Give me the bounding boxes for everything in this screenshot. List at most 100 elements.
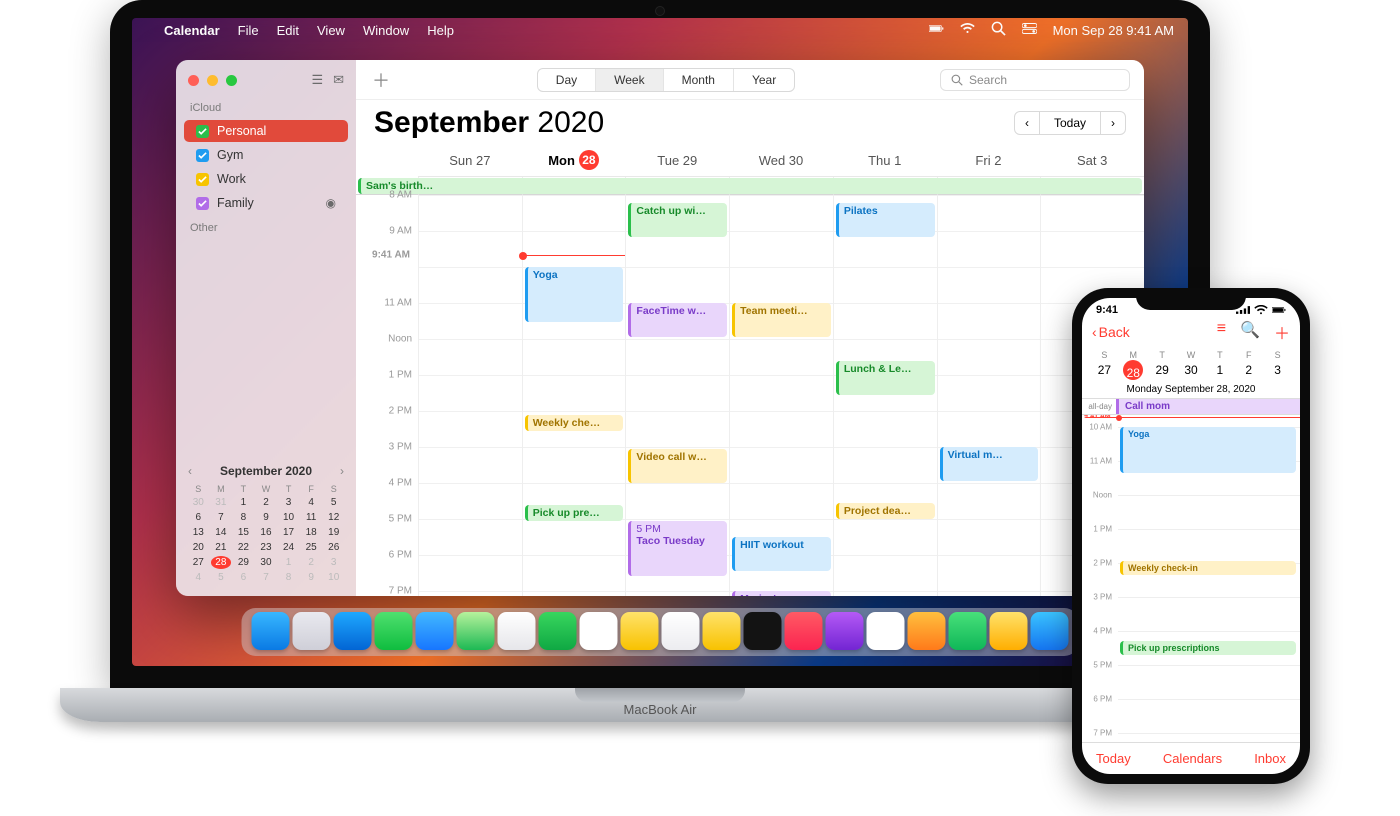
dock-app-mail[interactable] (416, 612, 454, 650)
dock-app-podcasts[interactable] (826, 612, 864, 650)
window-close-button[interactable] (188, 75, 199, 86)
calendar-event[interactable]: FaceTime w… (628, 303, 727, 337)
window-zoom-button[interactable] (226, 75, 237, 86)
calendar-event[interactable]: Team meeti… (732, 303, 831, 337)
calendar-event[interactable]: Pick up pre… (525, 505, 624, 521)
sidebar-calendar-work[interactable]: Work (184, 168, 348, 190)
day-header[interactable]: Tue 29 (625, 144, 729, 177)
iphone-day-view[interactable]: 10 AM11 AMNoon1 PM2 PM3 PM4 PM5 PM6 PM7 … (1082, 415, 1300, 742)
iphone-allday-event[interactable]: Call mom (1116, 399, 1300, 414)
calendar-event[interactable]: Project dea… (836, 503, 935, 519)
sidebar-calendar-family[interactable]: Family◉ (184, 192, 348, 214)
iphone-day[interactable]: 3 (1263, 360, 1292, 380)
day-column[interactable]: Catch up wi… FaceTime w… Video call w… 5 PM… (625, 195, 729, 596)
calendar-event[interactable]: Lunch & Le… (836, 361, 935, 395)
menubar-item-edit[interactable]: Edit (277, 23, 299, 38)
mini-prev-month[interactable]: ‹ (188, 464, 192, 478)
dock-app-music[interactable] (785, 612, 823, 650)
allday-cell[interactable]: Sam's birth… (937, 177, 1041, 195)
dock-app-numbers[interactable] (949, 612, 987, 650)
iphone-calendars-button[interactable]: Calendars (1163, 751, 1222, 766)
day-column[interactable]: Team meeti… HIIT workout Marisa's gu… (729, 195, 833, 596)
iphone-add-icon[interactable]: ＋ (1274, 320, 1290, 344)
today-button[interactable]: Today (1040, 111, 1100, 135)
iphone-inbox-button[interactable]: Inbox (1254, 751, 1286, 766)
day-header[interactable]: Fri 2 (937, 144, 1041, 177)
add-event-button[interactable]: ＋ (370, 67, 392, 93)
calendar-event[interactable]: Video call w… (628, 449, 727, 483)
iphone-list-icon[interactable]: ≡ (1217, 320, 1226, 344)
iphone-back-button[interactable]: ‹ Back (1092, 324, 1130, 340)
dock-app-launchpad[interactable] (293, 612, 331, 650)
dock-app-facetime[interactable] (539, 612, 577, 650)
dock-app-contacts[interactable] (621, 612, 659, 650)
dock-app-safari[interactable] (334, 612, 372, 650)
day-header[interactable]: Wed 30 (729, 144, 833, 177)
spotlight-icon[interactable] (991, 21, 1006, 39)
day-header[interactable]: Mon 28 (522, 144, 626, 177)
mini-next-month[interactable]: › (340, 464, 344, 478)
iphone-search-icon[interactable]: 🔍 (1240, 320, 1260, 344)
iphone-day[interactable]: 2 (1234, 360, 1263, 380)
calendar-event[interactable]: Catch up wi… (628, 203, 727, 237)
day-column[interactable]: Virtual m… (937, 195, 1041, 596)
iphone-event[interactable]: Pick up prescriptions (1120, 641, 1296, 655)
allday-event[interactable]: Sam's birth… (358, 178, 1142, 194)
next-week-button[interactable]: › (1100, 111, 1126, 135)
dock-app-tv[interactable] (744, 612, 782, 650)
calendar-event[interactable]: Virtual m… (940, 447, 1039, 481)
day-column[interactable] (418, 195, 522, 596)
dock-app-reminders[interactable] (662, 612, 700, 650)
prev-week-button[interactable]: ‹ (1014, 111, 1040, 135)
iphone-day[interactable]: 27 (1090, 360, 1119, 380)
calendar-event[interactable]: Weekly che… (525, 415, 624, 431)
menubar-item-window[interactable]: Window (363, 23, 409, 38)
menubar-app-name[interactable]: Calendar (164, 23, 220, 38)
dock-app-maps[interactable] (457, 612, 495, 650)
iphone-event[interactable]: Weekly check-in (1120, 561, 1296, 575)
view-month[interactable]: Month (664, 69, 734, 91)
inbox-icon[interactable]: ✉︎ (333, 72, 344, 88)
day-column[interactable]: Yoga Weekly che… Pick up pre… (522, 195, 626, 596)
iphone-today-button[interactable]: Today (1096, 751, 1131, 766)
dock-app-calendar[interactable] (580, 612, 618, 650)
iphone-day[interactable]: 28 (1123, 360, 1143, 380)
iphone-event[interactable]: Yoga (1120, 427, 1296, 473)
week-grid[interactable]: Sun 27Mon 28Tue 29Wed 30Thu 1Fri 2Sat 3a… (356, 144, 1144, 596)
dock-app-photos[interactable] (498, 612, 536, 650)
control-center-icon[interactable] (1022, 21, 1037, 39)
menubar-item-file[interactable]: File (238, 23, 259, 38)
iphone-day[interactable]: 1 (1205, 360, 1234, 380)
calendar-event[interactable]: Yoga (525, 267, 624, 322)
menubar-clock[interactable]: Mon Sep 28 9:41 AM (1053, 23, 1174, 38)
window-minimize-button[interactable] (207, 75, 218, 86)
day-column[interactable]: Pilates Lunch & Le… Project dea… (833, 195, 937, 596)
iphone-day[interactable]: 30 (1177, 360, 1206, 380)
menubar-item-help[interactable]: Help (427, 23, 454, 38)
search-field[interactable]: Search (940, 69, 1130, 91)
day-header[interactable]: Sun 27 (418, 144, 522, 177)
dock-app-notes[interactable] (703, 612, 741, 650)
dock-app-news[interactable] (867, 612, 905, 650)
calendar-event[interactable]: Marisa's gu… (732, 591, 831, 596)
dock-app-messages[interactable] (375, 612, 413, 650)
day-header[interactable]: Sat 3 (1040, 144, 1144, 177)
sidebar-calendar-personal[interactable]: Personal (184, 120, 348, 142)
dock-app-pages[interactable] (990, 612, 1028, 650)
sidebar-calendar-gym[interactable]: Gym (184, 144, 348, 166)
dock-app-keynote[interactable] (908, 612, 946, 650)
calendar-event[interactable]: HIIT workout (732, 537, 831, 571)
menubar-item-view[interactable]: View (317, 23, 345, 38)
sidebar-toggle-icon[interactable]: ☰ (311, 72, 323, 88)
wifi-icon[interactable] (960, 21, 975, 39)
dock-app-appstore[interactable] (1031, 612, 1069, 650)
view-year[interactable]: Year (734, 69, 794, 91)
calendar-event[interactable]: 5 PMTaco Tuesday (628, 521, 727, 576)
dock-app-finder[interactable] (252, 612, 290, 650)
day-header[interactable]: Thu 1 (833, 144, 937, 177)
mini-calendar[interactable]: ‹ September 2020 › SMTWTFS30311234567891… (176, 454, 356, 596)
view-day[interactable]: Day (538, 69, 596, 91)
macos-dock[interactable] (242, 608, 1079, 656)
iphone-day[interactable]: 29 (1148, 360, 1177, 380)
calendar-event[interactable]: Pilates (836, 203, 935, 237)
